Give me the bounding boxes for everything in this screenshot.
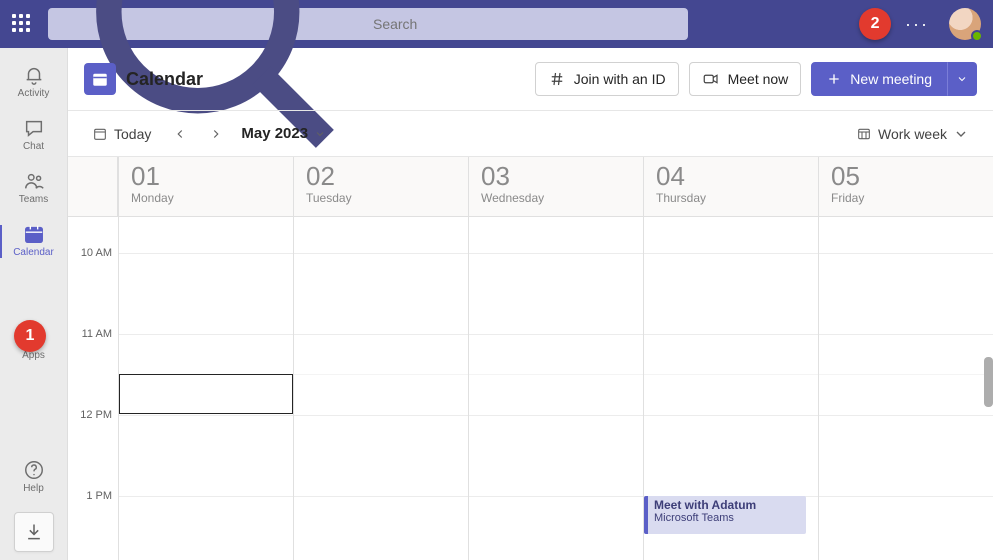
calendar-today-icon <box>92 126 108 142</box>
hour-label: 10 AM <box>68 247 118 328</box>
calendar-icon <box>23 223 45 245</box>
rail-label: Chat <box>23 141 44 152</box>
rail-label: Calendar <box>13 247 54 258</box>
month-picker[interactable]: May 2023 <box>237 125 330 142</box>
video-icon <box>702 70 720 88</box>
main-panel: Calendar Join with an ID Meet now New me… <box>68 48 993 560</box>
day-header-row: 01 Monday 02 Tuesday 03 Wednesday 04 Thu… <box>68 157 993 217</box>
day-column-thu[interactable]: Meet with Adatum Microsoft Teams <box>643 217 818 560</box>
calendar-grid: 10 AM 11 AM 12 PM 1 PM <box>68 217 993 560</box>
view-label: Work week <box>878 126 947 142</box>
day-number: 03 <box>481 163 631 189</box>
time-gutter: 10 AM 11 AM 12 PM 1 PM <box>68 217 118 560</box>
new-meeting-button[interactable]: New meeting <box>811 62 947 96</box>
day-header[interactable]: 03 Wednesday <box>468 157 643 216</box>
chevron-down-icon <box>953 126 969 142</box>
prev-week-button[interactable] <box>165 119 195 149</box>
button-label: New meeting <box>850 71 932 87</box>
rail-label: Apps <box>22 350 45 361</box>
search-box[interactable] <box>48 8 688 40</box>
top-bar: 2 ··· <box>0 0 993 48</box>
chevron-left-icon <box>173 127 187 141</box>
calendar-toolbar: Today May 2023 Work week <box>68 111 993 157</box>
rail-chat[interactable]: Chat <box>0 109 68 162</box>
workweek-icon <box>856 126 872 142</box>
day-header[interactable]: 02 Tuesday <box>293 157 468 216</box>
plus-icon <box>826 71 842 87</box>
join-with-id-button[interactable]: Join with an ID <box>535 62 679 96</box>
day-number: 05 <box>831 163 981 189</box>
help-icon <box>23 459 45 481</box>
day-column-mon[interactable] <box>118 217 293 560</box>
calendar-event[interactable]: Meet with Adatum Microsoft Teams <box>644 496 806 534</box>
rail-label: Teams <box>19 194 48 205</box>
bell-icon <box>23 64 45 86</box>
next-week-button[interactable] <box>201 119 231 149</box>
hour-label: 12 PM <box>68 409 118 490</box>
day-name: Thursday <box>656 191 806 205</box>
rail-label: Help <box>23 483 44 494</box>
day-number: 01 <box>131 163 281 189</box>
page-title: Calendar <box>126 69 203 90</box>
day-column-tue[interactable] <box>293 217 468 560</box>
download-icon <box>24 522 44 542</box>
scrollbar[interactable] <box>984 217 993 560</box>
day-number: 02 <box>306 163 456 189</box>
event-subtitle: Microsoft Teams <box>654 512 800 524</box>
chevron-right-icon <box>209 127 223 141</box>
app-launcher-icon[interactable] <box>12 14 32 34</box>
day-number: 04 <box>656 163 806 189</box>
avatar[interactable] <box>949 8 981 40</box>
chat-icon <box>23 117 45 139</box>
teams-icon <box>23 170 45 192</box>
month-label: May 2023 <box>241 125 308 142</box>
new-meeting-split-button: New meeting <box>811 62 977 96</box>
hour-label: 1 PM <box>68 490 118 560</box>
meet-now-button[interactable]: Meet now <box>689 62 802 96</box>
more-icon[interactable]: ··· <box>901 10 933 39</box>
day-header[interactable]: 01 Monday <box>118 157 293 216</box>
day-columns: Meet with Adatum Microsoft Teams <box>118 217 993 560</box>
new-meeting-dropdown[interactable] <box>947 62 977 96</box>
rail-teams[interactable]: Teams <box>0 162 68 215</box>
calendar-header: Calendar Join with an ID Meet now New me… <box>68 48 993 111</box>
day-column-wed[interactable] <box>468 217 643 560</box>
annotation-1: 1 <box>14 320 46 352</box>
selected-slot[interactable] <box>119 374 293 414</box>
hash-icon <box>548 70 566 88</box>
day-header[interactable]: 04 Thursday <box>643 157 818 216</box>
day-name: Friday <box>831 191 981 205</box>
presence-available-icon <box>971 30 983 42</box>
rail-activity[interactable]: Activity <box>0 56 68 109</box>
today-button[interactable]: Today <box>84 119 159 149</box>
hour-label: 11 AM <box>68 328 118 409</box>
download-button[interactable] <box>14 512 54 552</box>
search-input[interactable] <box>371 15 678 33</box>
chevron-down-icon <box>314 128 326 140</box>
button-label: Join with an ID <box>574 71 666 87</box>
event-title: Meet with Adatum <box>654 498 800 512</box>
rail-calendar[interactable]: Calendar <box>0 215 68 268</box>
day-name: Tuesday <box>306 191 456 205</box>
scrollbar-thumb[interactable] <box>984 357 993 407</box>
app-rail: Activity Chat Teams Calendar 1 Apps <box>0 48 68 560</box>
day-name: Wednesday <box>481 191 631 205</box>
view-switcher[interactable]: Work week <box>848 119 977 149</box>
day-name: Monday <box>131 191 281 205</box>
chevron-down-icon <box>956 73 968 85</box>
button-label: Today <box>114 126 151 142</box>
day-header[interactable]: 05 Friday <box>818 157 993 216</box>
rail-label: Activity <box>18 88 50 99</box>
calendar-app-icon <box>84 63 116 95</box>
annotation-2: 2 <box>859 8 891 40</box>
rail-help[interactable]: Help <box>0 451 68 504</box>
day-column-fri[interactable] <box>818 217 993 560</box>
button-label: Meet now <box>728 71 789 87</box>
